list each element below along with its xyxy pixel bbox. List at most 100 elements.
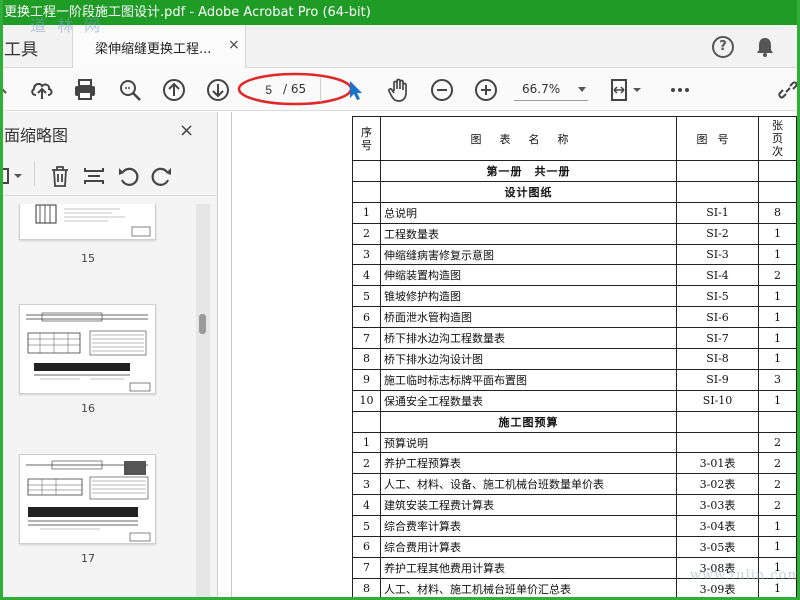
cell-code <box>676 410 759 433</box>
fit-page-icon[interactable] <box>609 77 643 103</box>
table-row: 7 养护工程其他费用计算表 3-08表 1 <box>352 556 797 579</box>
header-pages: 张页次 <box>758 116 797 161</box>
cell-no: 7 <box>352 556 381 579</box>
drawing-index-table: 序号 图表名称 图号 张页次 第一册 共一册 设计图纸 1 总说明 SI-1 8 2 工程数量… <box>352 116 797 600</box>
cell-pages: 2 <box>758 494 797 517</box>
section-title: 施工图预算 <box>380 410 677 433</box>
cell-no: 4 <box>352 264 381 287</box>
page-up-icon[interactable] <box>161 77 187 103</box>
zoom-out-icon[interactable] <box>429 77 455 103</box>
main-toolbar: / 65 66.7% <box>0 68 800 111</box>
header-no: 序号 <box>352 116 381 161</box>
cell-pages: 2 <box>758 431 797 454</box>
table-row: 4 建筑安装工程费计算表 3-03表 2 <box>352 494 797 517</box>
cell-code: SI-3 <box>676 243 759 266</box>
table-row: 9 施工临时标志标牌平面布置图 SI-9 3 <box>352 368 797 391</box>
cell-name: 预算说明 <box>380 431 677 454</box>
zoom-in-icon[interactable] <box>473 77 499 103</box>
help-icon[interactable]: ? <box>712 36 734 58</box>
select-pointer-icon[interactable] <box>342 77 368 103</box>
panel-close-icon[interactable]: × <box>179 120 194 141</box>
table-row: 6 桥面泄水管构造图 SI-6 1 <box>352 306 797 329</box>
cell-no: 1 <box>352 201 381 224</box>
hand-tool-icon[interactable] <box>386 77 412 103</box>
menu-caret-icon[interactable] <box>0 77 10 103</box>
cell-name: 综合费用计算表 <box>380 536 677 558</box>
cell-no <box>352 410 381 433</box>
cell-pages: 2 <box>758 452 797 475</box>
cell-code <box>676 431 759 454</box>
cell-no: 7 <box>352 327 381 350</box>
cell-code: SI-5 <box>676 285 759 308</box>
tab-tools[interactable]: 工具 <box>4 35 38 60</box>
cell-code <box>676 160 759 182</box>
page-thumbnail[interactable] <box>19 204 156 240</box>
cell-name: 养护工程其他费用计算表 <box>380 556 677 579</box>
cell-pages: 1 <box>758 556 797 579</box>
page-thumbnail[interactable] <box>19 304 156 394</box>
cell-code: 3-08表 <box>676 556 759 579</box>
cell-name: 锥坡修护构造图 <box>380 285 677 308</box>
tab-document[interactable]: 梁伸缩缝更换工程... × <box>72 25 246 68</box>
header-name-text: 图表名称 <box>470 132 587 146</box>
cell-name: 人工、材料、设备、施工机械台班数量单价表 <box>380 473 677 496</box>
chevron-down-icon <box>578 87 586 92</box>
cell-code: 3-05表 <box>676 536 759 558</box>
red-annotation-ellipse <box>237 72 353 106</box>
cell-no: 5 <box>352 515 381 538</box>
cell-name: 人工、材料、施工机械台班单价汇总表 <box>380 577 677 600</box>
cell-pages: 1 <box>758 577 797 600</box>
cell-code: SI-10 <box>676 389 759 412</box>
cell-pages: 1 <box>758 327 797 350</box>
cell-name: 伸缩缝病害修复示意图 <box>380 243 677 266</box>
cell-code: SI-8 <box>676 348 759 370</box>
scrollbar-thumb[interactable] <box>199 314 206 334</box>
delete-icon[interactable] <box>48 164 72 188</box>
more-icon[interactable] <box>667 77 693 103</box>
table-header-row: 序号 图表名称 图号 张页次 <box>352 116 797 161</box>
page-edge <box>231 112 232 600</box>
rotate-left-icon[interactable] <box>116 164 140 188</box>
cell-code <box>676 180 759 203</box>
panel-title: 面缩略图 <box>4 126 69 145</box>
thumbnail-page-number: 17 <box>81 552 95 565</box>
cell-no: 3 <box>352 243 381 266</box>
thumbnail-scrollbar[interactable] <box>196 204 210 600</box>
page-thumbnail[interactable] <box>19 454 156 544</box>
notification-bell-icon[interactable] <box>754 36 776 58</box>
zoom-dropdown[interactable]: 66.7% <box>514 79 588 101</box>
cell-code: SI-4 <box>676 264 759 287</box>
page-thumbnails-panel: 面缩略图 × 15 16 17 <box>0 112 218 600</box>
print-icon[interactable] <box>72 77 98 103</box>
header-pages-text: 张页次 <box>772 119 783 158</box>
cell-no <box>352 160 381 182</box>
cell-pages <box>758 160 797 182</box>
cell-pages: 1 <box>758 285 797 308</box>
options-icon[interactable] <box>0 164 30 188</box>
cloud-upload-icon[interactable] <box>29 77 55 103</box>
header-name: 图表名称 <box>380 116 677 161</box>
cell-pages: 1 <box>758 348 797 370</box>
zoom-search-icon[interactable] <box>117 77 143 103</box>
extract-icon[interactable] <box>82 164 106 188</box>
panel-toolbar <box>0 156 218 196</box>
section-title: 设计图纸 <box>380 180 677 203</box>
cell-name: 桥下排水边沟工程数量表 <box>380 327 677 350</box>
link-icon[interactable] <box>775 77 800 103</box>
table-row: 6 综合费用计算表 3-05表 1 <box>352 536 797 558</box>
tab-document-label: 梁伸缩缝更换工程... <box>95 42 212 57</box>
toolbar-separator <box>320 78 321 102</box>
cell-pages <box>758 180 797 203</box>
rotate-right-icon[interactable] <box>150 164 174 188</box>
tab-close-icon[interactable]: × <box>228 37 240 53</box>
header-code: 图号 <box>676 116 759 161</box>
cell-no <box>352 180 381 203</box>
table-row: 1 总说明 SI-1 8 <box>352 201 797 224</box>
table-row: 5 综合费率计算表 3-04表 1 <box>352 515 797 538</box>
page-down-icon[interactable] <box>205 77 231 103</box>
cell-name: 桥面泄水管构造图 <box>380 306 677 329</box>
zoom-value: 66.7% <box>522 82 561 96</box>
cell-no: 8 <box>352 348 381 370</box>
cell-pages: 1 <box>758 389 797 412</box>
cell-name: 施工临时标志标牌平面布置图 <box>380 368 677 391</box>
